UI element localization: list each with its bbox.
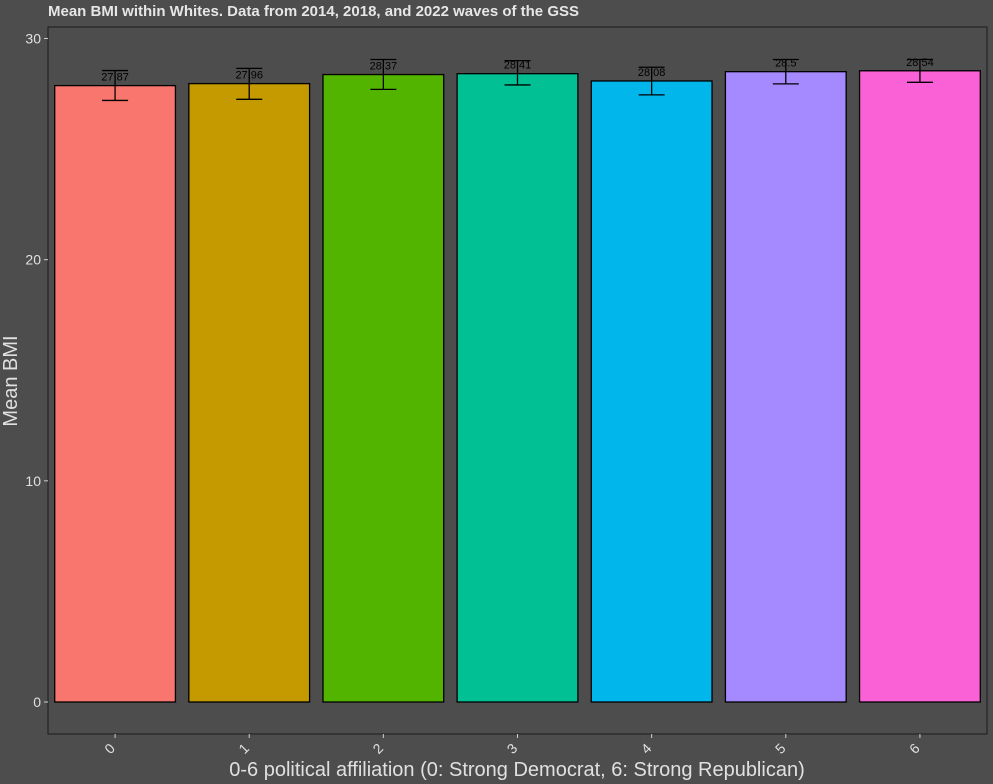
bars-group <box>54 70 981 703</box>
bar-0 <box>54 84 177 703</box>
y-tick-label-10: 10 <box>25 473 41 489</box>
data-label-0: 27.87 <box>101 72 129 84</box>
bar-2 <box>322 73 445 703</box>
bar-chart: Mean BMI within Whites. Data from 2014, … <box>0 0 993 784</box>
bar-5 <box>724 71 847 703</box>
data-label-1: 27.96 <box>235 70 263 82</box>
data-label-5: 28.5 <box>775 58 796 70</box>
bar-1 <box>188 82 311 703</box>
data-label-4: 28.08 <box>638 67 666 79</box>
data-label-2: 28.37 <box>370 61 398 73</box>
bar-6 <box>858 70 981 703</box>
data-label-6: 28.54 <box>906 57 934 69</box>
bar-4 <box>590 80 713 703</box>
chart-title: Mean BMI within Whites. Data from 2014, … <box>48 3 579 20</box>
x-axis-title: 0-6 political affiliation (0: Strong Dem… <box>229 759 804 781</box>
y-tick-label-30: 30 <box>25 31 41 47</box>
y-axis-title: Mean BMI <box>0 335 22 426</box>
y-tick-label-20: 20 <box>25 252 41 268</box>
data-label-3: 28.41 <box>504 60 532 72</box>
bar-3 <box>456 73 579 703</box>
y-tick-label-0: 0 <box>33 694 41 710</box>
